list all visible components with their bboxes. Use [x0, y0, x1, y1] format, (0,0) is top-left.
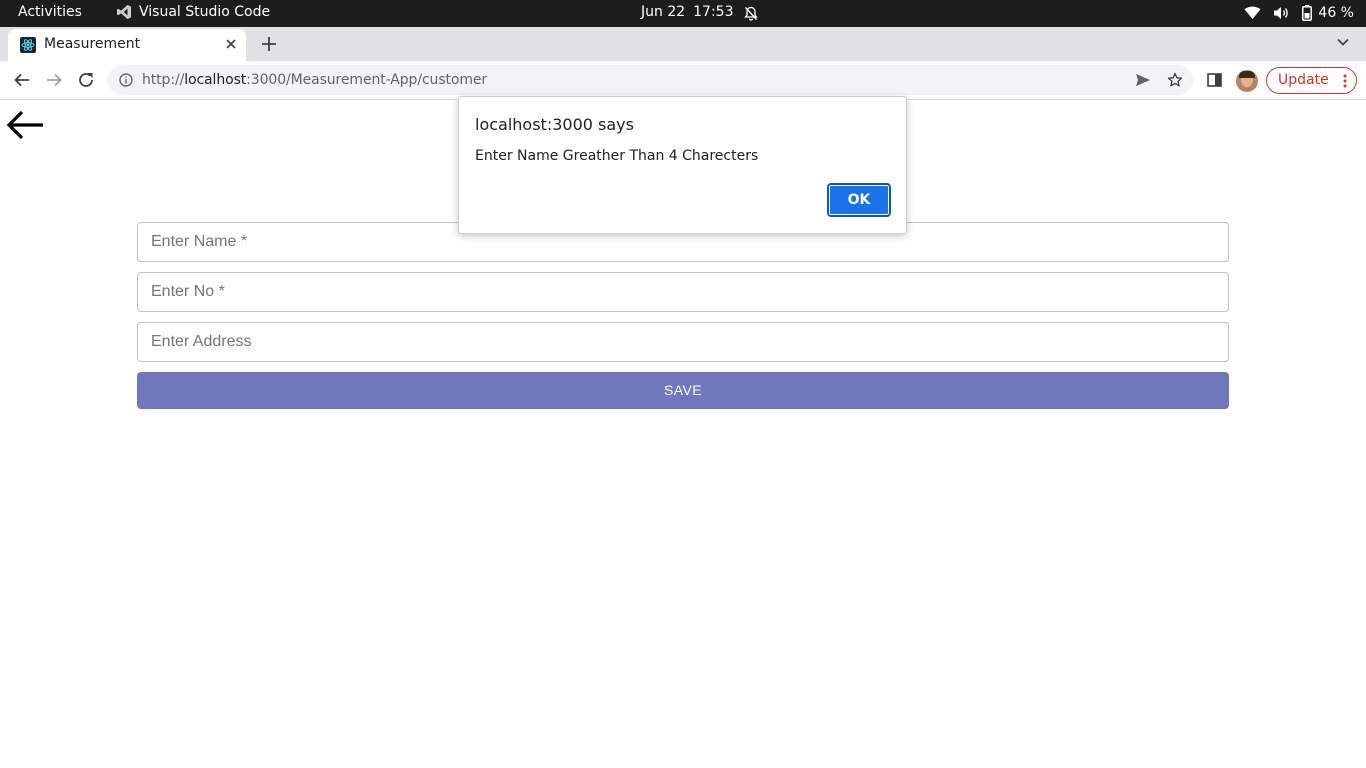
os-top-bar: Activities Visual Studio Code Jun 22 17:5… [0, 0, 1366, 27]
tab-measurement[interactable]: Measurement [8, 29, 246, 61]
side-panel-icon[interactable] [1207, 73, 1222, 87]
clock-time: 17:53 [693, 4, 734, 20]
dialog-title: localhost:3000 says [475, 115, 634, 134]
vscode-icon [117, 5, 131, 19]
app-name: Visual Studio Code [139, 4, 271, 20]
address-field[interactable] [137, 322, 1229, 362]
battery-icon [1302, 5, 1313, 21]
url-scheme: http:// [142, 72, 185, 88]
forward-icon[interactable] [45, 71, 63, 89]
save-button[interactable]: SAVE [137, 372, 1229, 409]
arrow-left-icon[interactable] [5, 109, 45, 141]
url-text: http://localhost:3000/Measurement-App/cu… [142, 72, 487, 88]
react-icon [20, 37, 36, 53]
tab-title: Measurement [44, 36, 141, 52]
update-label: Update [1278, 72, 1329, 88]
more-menu-icon[interactable] [1343, 74, 1347, 88]
new-tab-icon[interactable] [260, 35, 278, 53]
update-button[interactable]: Update [1266, 67, 1357, 94]
address-bar[interactable]: http://localhost:3000/Measurement-App/cu… [108, 65, 1193, 95]
bookmark-star-icon[interactable] [1167, 72, 1183, 88]
back-icon[interactable] [13, 71, 31, 89]
info-icon[interactable] [119, 73, 133, 87]
system-indicators[interactable]: 46 % [1244, 5, 1354, 21]
reload-icon[interactable] [77, 71, 95, 89]
volume-icon [1274, 7, 1289, 19]
app-menu[interactable]: Visual Studio Code [116, 4, 270, 20]
clock-date: Jun 22 [641, 4, 686, 20]
dialog-message: Enter Name Greather Than 4 Charecters [475, 148, 759, 164]
notification-bell-off-icon [744, 6, 758, 21]
battery-percentage: 46 % [1318, 5, 1354, 21]
wifi-icon [1244, 6, 1261, 19]
clock[interactable]: Jun 22 17:53 [641, 4, 734, 20]
address-input[interactable] [138, 323, 1228, 361]
send-icon[interactable] [1135, 73, 1151, 87]
alert-dialog: localhost:3000 says Enter Name Greather … [458, 96, 907, 234]
close-tab-icon[interactable] [225, 38, 237, 50]
profile-avatar[interactable] [1236, 70, 1258, 92]
url-path: :3000/Measurement-App/customer [246, 72, 488, 88]
number-input[interactable] [138, 273, 1228, 311]
ok-button[interactable]: OK [827, 183, 891, 217]
browser-toolbar: http://localhost:3000/Measurement-App/cu… [0, 61, 1366, 100]
number-field[interactable] [137, 272, 1229, 312]
avatar-hair [1239, 71, 1255, 78]
activities-button[interactable]: Activities [18, 4, 82, 20]
tab-strip: Measurement [0, 27, 1366, 61]
chevron-down-icon[interactable] [1336, 37, 1350, 47]
url-host: localhost [184, 72, 247, 88]
